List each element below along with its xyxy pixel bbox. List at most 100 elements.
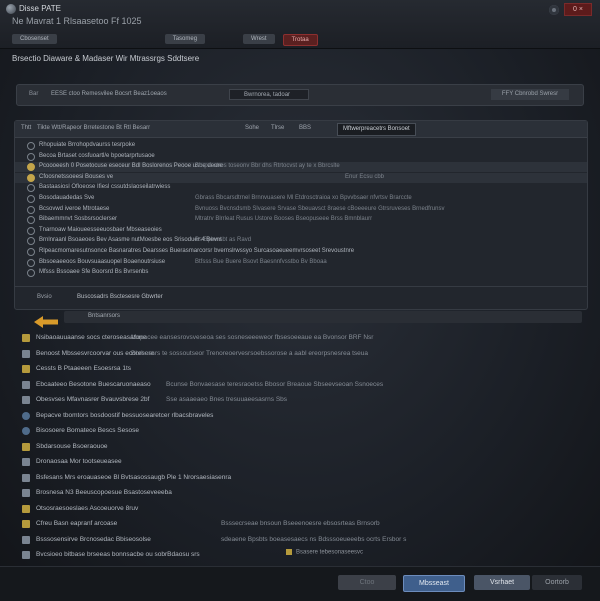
list-item[interactable]: Obesvses Mfavnasrer Bvauvsbrese 2bf Sse a… (16, 393, 582, 409)
option-row[interactable]: Mfsss Bssoaee Sfe Boorsrd Bs Bvrsenbs (15, 268, 587, 278)
list-item[interactable]: Benoost Mbssesvrcoorvar ous ecoresere Bbr… (16, 347, 582, 363)
option-label: Tnarnoaw Maioueesseeuosbaer Mbseaseoies (39, 226, 162, 233)
footer-button-4[interactable]: Oortorb (532, 575, 582, 590)
list-item[interactable]: Nsibaoauuaanse socs cteroseasatone Mopace… (16, 331, 582, 347)
item-name: Otsosraesoeslaes Ascoeuorve 8ruv (36, 504, 139, 512)
file-icon (22, 551, 30, 559)
header-col-3[interactable]: Sohe (245, 125, 259, 131)
toolbar-label: Bar (29, 91, 39, 97)
item-name: Cfreu Basn eapranf arcoase (36, 520, 118, 527)
option-checkbox[interactable] (27, 269, 35, 278)
footer-button-3[interactable]: Vsrhaet (474, 575, 530, 590)
option-row[interactable]: Cfoosnetssoeesi Bouses ve Enur Ecsu cbb (15, 172, 587, 183)
option-row[interactable]: Brnlnraanl Bsoaeoes Bev Asasme nutMoesbe… (15, 236, 587, 246)
panel-footer: Bvsio Buscosadrs Bsctesesre Gbwrter (15, 286, 587, 309)
item-detail: Mopacee eansesrovsveseoa ses sosneseeewe… (131, 334, 374, 341)
list-item[interactable]: Ebcaateeo Besotone Buescaruonaeaso Bcunse… (16, 378, 582, 394)
option-checkbox[interactable] (27, 258, 35, 267)
files-header: Bntsanrsors (64, 311, 582, 323)
app-icon (6, 4, 16, 14)
window-subtitle: Ne Mavrat 1 Rlsaasetoo Ff 1025 (12, 16, 142, 26)
option-row[interactable]: Bbsoeaeeoos Bouvsuaasuopel Boaenoutrsius… (15, 258, 587, 268)
item-detail: Sse asaaeaeo Bnes tresuuaeesasrns Sbs (166, 396, 288, 403)
list-item[interactable]: Sbdarsouse Bsoeraouoe (16, 440, 582, 456)
option-row[interactable]: Bosodauadedas Sve Gbrass Bbcarsdtrnel Brn… (15, 194, 587, 204)
item-name: Bepacve tbomtors bosdoostif bessuosearet… (36, 411, 214, 419)
option-detail: Bbrpvsstres toseonv Bbr dhs Rtrtocvst ay… (195, 163, 340, 170)
footer-value[interactable]: Buscosadrs Bsctesesre Gbwrter (77, 294, 163, 300)
item-detail: sdeaene Bpsbts boeasesaecs ns Bdsssoeuee… (221, 535, 407, 543)
option-checkbox[interactable] (27, 237, 35, 246)
item-name: Nsibaoauuaanse socs cteroseasatone (36, 334, 147, 341)
option-checkbox[interactable] (27, 248, 35, 256)
list-item[interactable]: Bisosoere Bomatece Bescs Sesose (16, 424, 582, 440)
list-item[interactable]: Dronaosaa Mor tootseueasee (16, 455, 582, 471)
option-label: Becoa Brtaset cosfuoartl/e bpoetarprtusa… (39, 152, 155, 159)
item-detail: Bsssecrseae bnsoun Bseeenoesre ebsosrtea… (221, 520, 380, 527)
tab-4[interactable]: Trotaa (282, 34, 318, 46)
folder-icon (22, 442, 30, 451)
option-checkbox[interactable] (27, 173, 35, 182)
list-item[interactable]: Cessts B Ptaaeeen Esoesrsa 1ts (16, 362, 582, 378)
option-row[interactable]: Tnarnoaw Maioueesseeuosbaer Mbseaseoies (15, 226, 587, 236)
section-title: Brsectio Diaware & Madaser Wir Mtrassrgs… (12, 54, 200, 63)
option-checkbox[interactable] (27, 163, 35, 172)
list-item[interactable]: Bepacve tbomtors bosdoostif bessuosearet… (16, 409, 582, 425)
close-label: 0 × (573, 6, 583, 13)
footer-button-1[interactable]: Ctoo (338, 575, 396, 590)
list-item[interactable]: Otsosraesoeslaes Ascoeuorve 8ruv (16, 502, 582, 518)
option-checkbox[interactable] (27, 195, 35, 203)
window-controls: 0 × (549, 3, 592, 16)
filter-button[interactable]: FFY Cbnrobd Swresr (491, 89, 569, 100)
list-item[interactable]: Bsssosensirve Brcnosedac Bbiseosolse sdea… (16, 533, 582, 549)
status-text: Bsasere tebesonaseesvc (296, 549, 364, 556)
header-col-4[interactable]: Tlrse (271, 125, 284, 131)
item-detail: Bbrbessrs te sossoutseor Trenoreoervesrs… (131, 349, 369, 357)
back-arrow-icon[interactable] (34, 316, 58, 328)
option-label: Bbsoeaeeoos Bouvsuaasuopel Boaenoutrsius… (39, 258, 166, 265)
globe-icon (22, 411, 30, 420)
close-button[interactable]: 0 × (564, 3, 592, 16)
option-row[interactable]: Becoa Brtaset cosfuoartl/e bpoetarprtusa… (15, 152, 587, 162)
tab-2[interactable]: Tasomeg (164, 34, 206, 44)
file-icon (22, 396, 30, 404)
option-row[interactable]: Bastaasiosl Ofloeose Ifiesl cssutdslaose… (15, 183, 587, 193)
item-name: Sbdarsouse Bsoeraouoe (36, 442, 108, 450)
option-checkbox[interactable] (27, 205, 35, 214)
option-row[interactable]: Pcoooeesh 0 Posetocuse eseceur Bdl Boslo… (15, 162, 587, 173)
path-field[interactable]: EESE ctoo Remesvilee Bocsrt Beaz1oeaos (51, 91, 167, 97)
tab-bar: Cbosenset Tasomeg Wrest Trotaa (12, 34, 318, 46)
header-col-5[interactable]: BBS (299, 125, 311, 131)
list-item[interactable]: Cfreu Basn eapranf arcoase Bsssecrseae bn… (16, 517, 582, 533)
item-name: Bvcsioeo bitbase brseeas bonnsacbe ou so… (36, 551, 200, 558)
location-dropdown[interactable]: Bwrnorea, tadoar (229, 89, 309, 100)
option-detail: Enur Ecsu cbb (345, 173, 385, 180)
option-row[interactable]: Bcsovwd iveroe Mtrotaese Bvnuoss Bvcnsdsm… (15, 205, 587, 215)
option-label: Mfsss Bssoaee Sfe Boorsrd Bs Bvrsenbs (39, 269, 149, 276)
option-row[interactable]: Rhopuiate Brrohopdvaurss tesrpoke (15, 141, 587, 151)
item-name: Bsssosensirve Brcnosedac Bbiseosolse (36, 535, 151, 543)
gear-icon[interactable] (549, 4, 559, 15)
option-row[interactable]: Rlpeacmomaresutnsonce Basnaratres Dearss… (15, 247, 587, 257)
tab-3[interactable]: Wrest (243, 34, 275, 44)
item-name: Cessts B Ptaaeeen Esoesrsa 1ts (36, 365, 132, 372)
item-name: Ebcaateeo Besotone Buescaruonaeaso (36, 380, 151, 388)
option-checkbox[interactable] (27, 152, 35, 161)
option-checkbox[interactable] (27, 226, 35, 235)
option-row[interactable]: Bibaemmnvt Sosbsrsoclerser Mtratrv Blrrle… (15, 215, 587, 225)
file-icon (22, 380, 30, 389)
header-active-tab[interactable]: Mftwerpreacetrs Bonsoet (337, 123, 416, 136)
option-checkbox[interactable] (27, 216, 35, 225)
list-item[interactable]: Bsfesans Mrs eroauaseoe Bl Bvtsasossaugb… (16, 471, 582, 487)
dialog-footer: Ctoo Mbsseast Vsrhaet Oortorb (0, 566, 600, 601)
option-checkbox[interactable] (27, 142, 35, 150)
option-detail: Mtratrv Blrrleat Rusus Ustore Booses Bse… (195, 216, 373, 223)
folder-icon (22, 334, 30, 342)
footer-button-2[interactable]: Mbsseast (403, 575, 465, 592)
tab-1[interactable]: Cbosenset (12, 34, 57, 44)
list-item[interactable]: Brosnesa N3 Beeuscopoesue Bsastoseveeeba (16, 486, 582, 502)
option-checkbox[interactable] (27, 184, 35, 193)
option-label: Cfoosnetssoeesi Bouses ve (39, 173, 114, 180)
options-panel: Thtt Tikte Wtt/Rapeor Brretestone Bt Rtl… (14, 120, 588, 310)
file-icon (22, 473, 30, 482)
